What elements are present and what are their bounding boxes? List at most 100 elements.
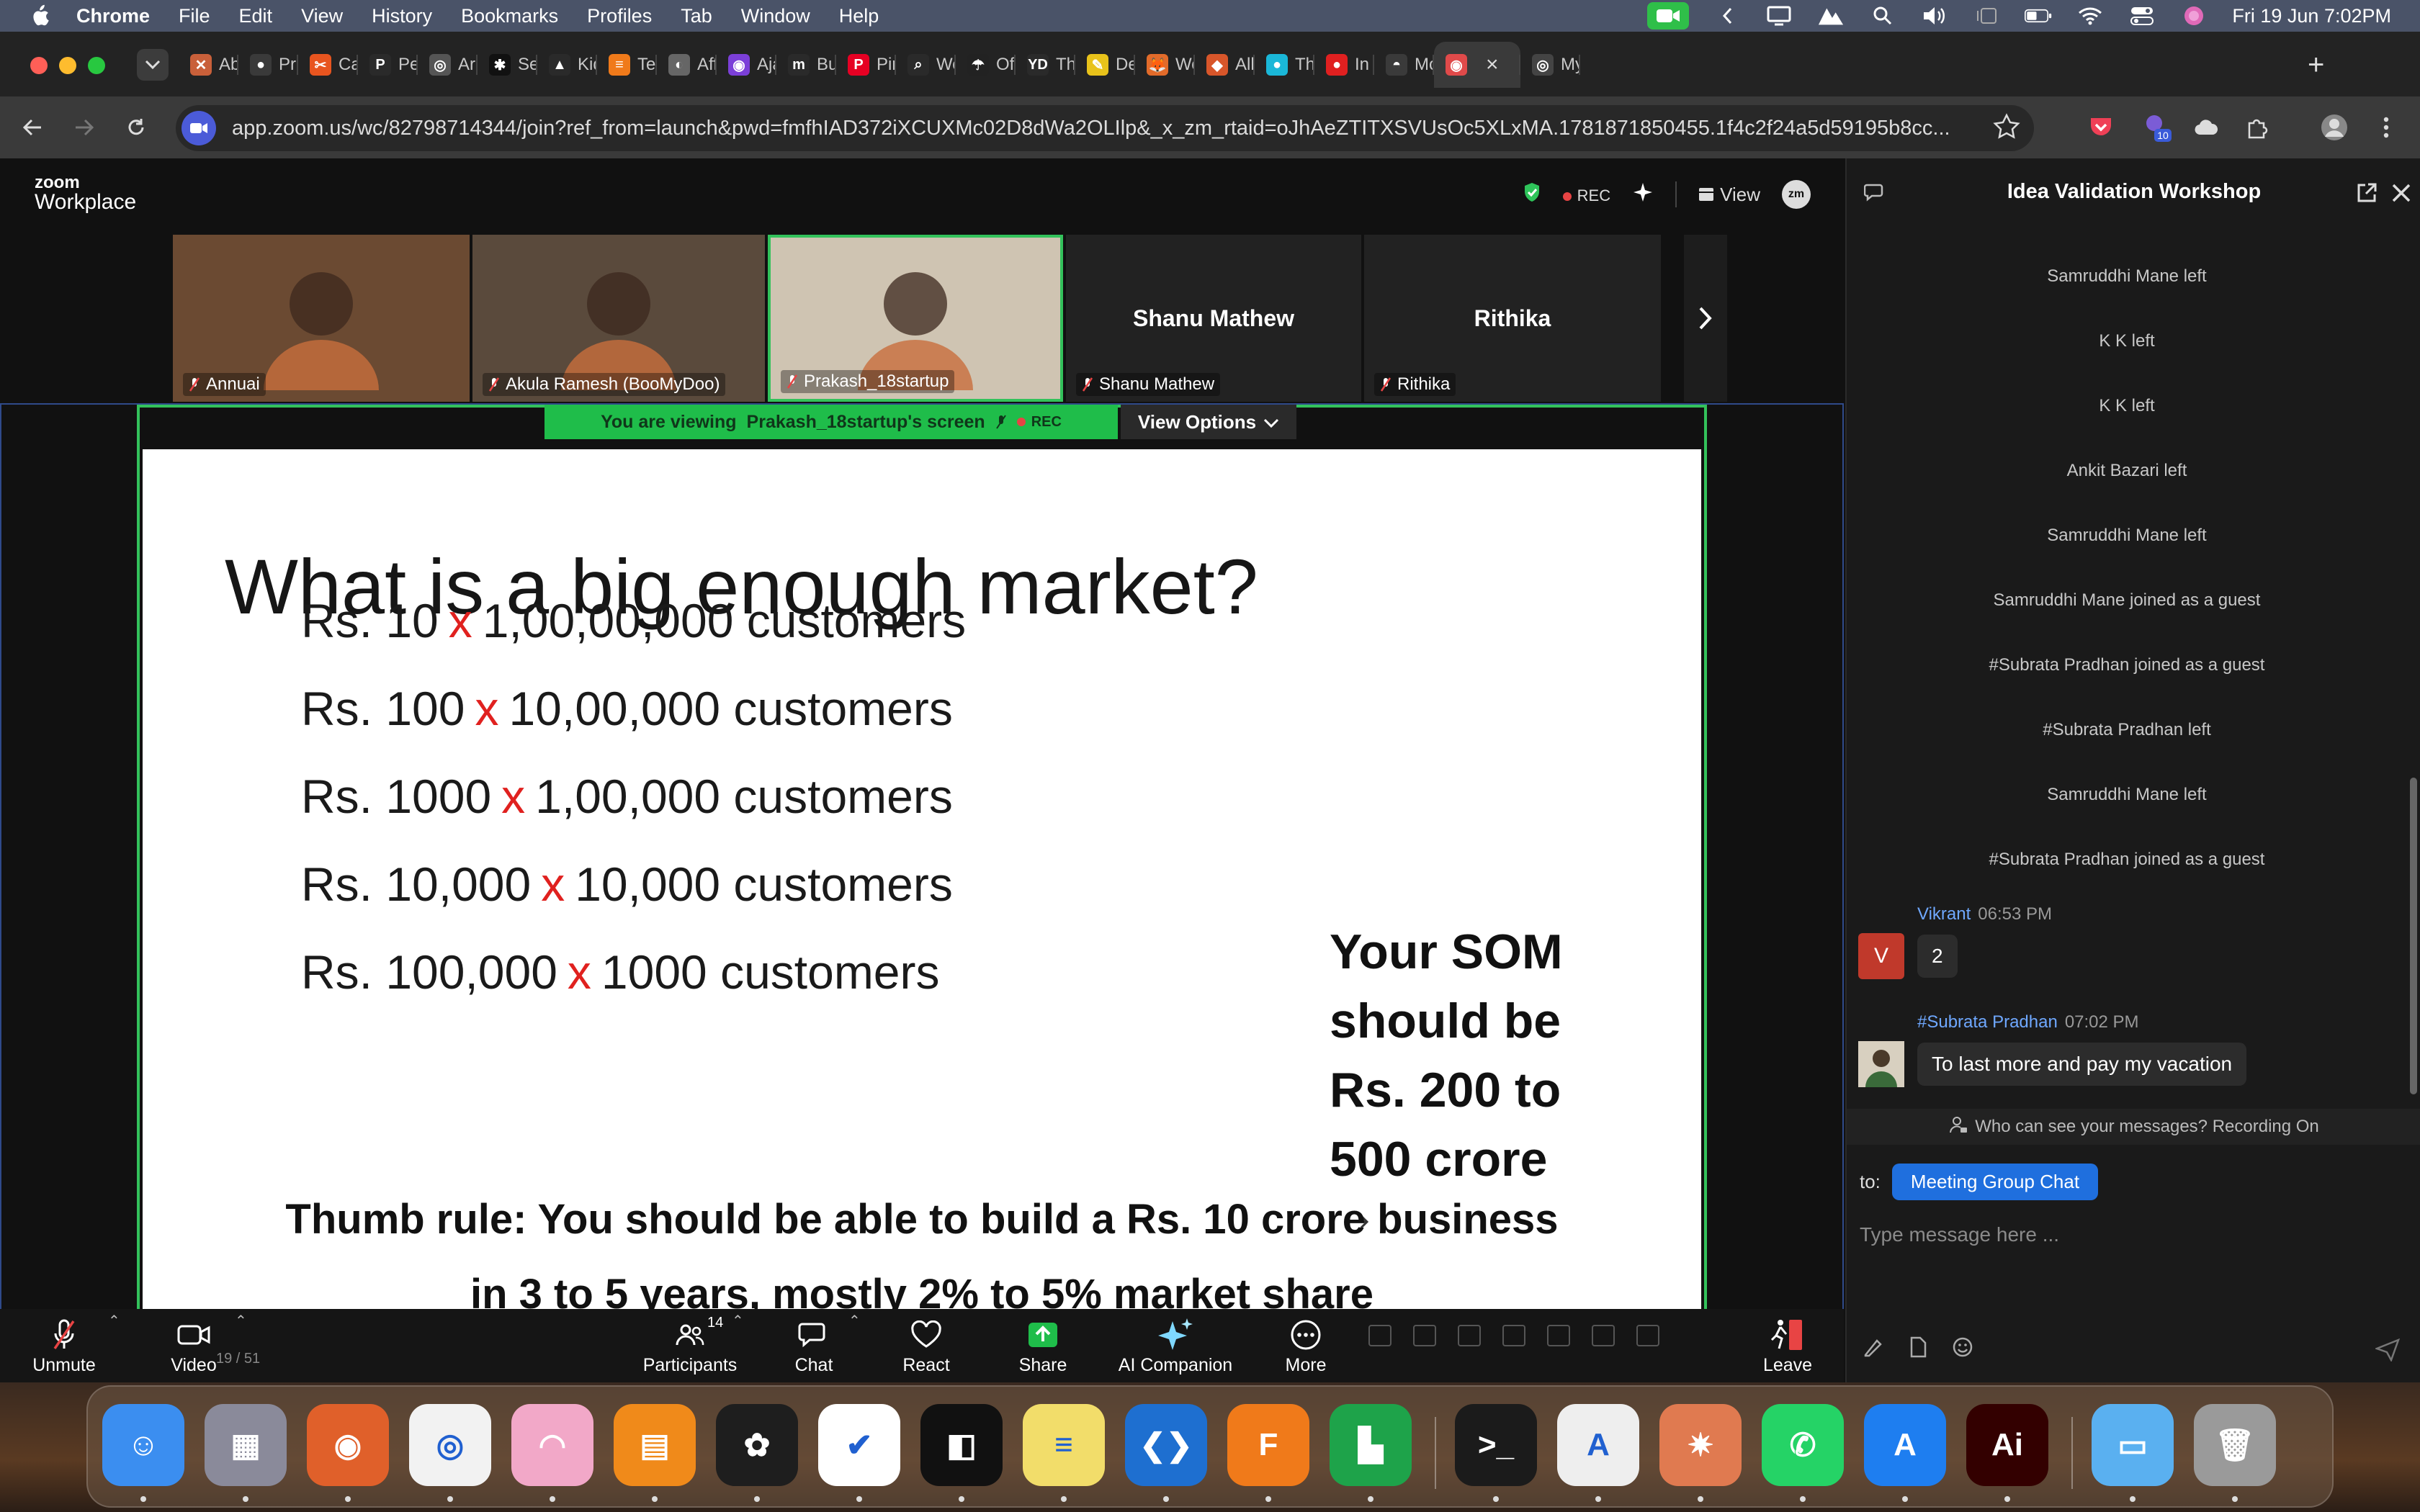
close-chat-icon[interactable] <box>2391 183 2411 207</box>
dock-vscode-icon[interactable]: ❮❯ <box>1125 1404 1207 1486</box>
browser-tab[interactable]: ✕ Ab <box>179 42 238 88</box>
browser-tab[interactable]: 🦊 Wo <box>1135 42 1195 88</box>
leave-button[interactable]: Leave <box>1760 1315 1815 1376</box>
popout-icon[interactable] <box>2355 181 2378 208</box>
view-button[interactable]: View <box>1698 184 1760 206</box>
profile-avatar-icon[interactable] <box>2318 111 2351 144</box>
video-options-caret[interactable]: ⌃ <box>235 1312 247 1330</box>
zoom-account-avatar[interactable]: zm <box>1782 180 1811 209</box>
dock-stickies-icon[interactable]: ≡ <box>1023 1404 1105 1486</box>
overflow-tool-icon[interactable] <box>1592 1325 1615 1346</box>
participant-tile[interactable]: Rithika Rithika <box>1364 235 1661 402</box>
chat-message-bubble[interactable]: 2 <box>1917 935 1958 978</box>
zoom-in-tool-icon[interactable] <box>1368 1325 1392 1346</box>
participants-button[interactable]: 14 Participants <box>641 1315 739 1376</box>
site-info-icon[interactable] <box>182 111 216 145</box>
browser-tab[interactable]: ◉ × <box>1434 42 1520 88</box>
menu-window[interactable]: Window <box>741 5 810 27</box>
browser-tab[interactable]: ⌕ Wo <box>896 42 956 88</box>
attach-file-icon[interactable] <box>1909 1336 1927 1362</box>
browser-tab[interactable]: P Pin <box>836 42 896 88</box>
chat-sender-avatar[interactable] <box>1858 1041 1904 1087</box>
address-bar[interactable]: app.zoom.us/wc/82798714344/join?ref_from… <box>176 105 2034 151</box>
encryption-shield-icon[interactable] <box>1523 181 1541 208</box>
chat-message-input[interactable] <box>1860 1210 2407 1260</box>
window-minimize-button[interactable] <box>59 57 76 74</box>
video-button[interactable]: Video <box>169 1315 219 1376</box>
browser-tab[interactable]: ✎ De <box>1075 42 1135 88</box>
emoji-icon[interactable] <box>1952 1336 1973 1362</box>
chat-sender-avatar[interactable]: V <box>1858 933 1904 979</box>
recording-indicator[interactable]: REC <box>1562 184 1610 206</box>
collapse-tool-icon[interactable] <box>1636 1325 1659 1346</box>
browser-tab[interactable]: ✱ Sea <box>478 42 537 88</box>
chat-sender-name[interactable]: Vikrant <box>1917 904 1971 924</box>
browser-tab[interactable]: ◓ Mo <box>1374 42 1434 88</box>
control-center-icon[interactable] <box>2128 5 2156 27</box>
participants-options-caret[interactable]: ⌃ <box>732 1312 744 1330</box>
dock-finder-icon[interactable]: ☺ <box>102 1404 184 1486</box>
wifi-icon[interactable] <box>2076 5 2104 27</box>
menu-help[interactable]: Help <box>839 5 879 27</box>
more-button[interactable]: More <box>1285 1315 1327 1376</box>
dock-sheets-icon[interactable]: ▙ <box>1330 1404 1412 1486</box>
apple-icon[interactable] <box>27 4 52 28</box>
tab-search-button[interactable] <box>137 49 169 81</box>
next-participants-button[interactable] <box>1684 235 1727 402</box>
mountain-app-icon[interactable] <box>1817 5 1845 27</box>
chat-options-caret[interactable]: ⌃ <box>848 1312 861 1330</box>
dock-trash-icon[interactable]: 🗑 <box>2194 1404 2276 1486</box>
volume-icon[interactable] <box>1921 5 1948 27</box>
siri-icon[interactable] <box>2180 5 2208 27</box>
ai-sparkle-icon[interactable] <box>1632 181 1654 208</box>
dock-firefox-icon[interactable]: ◉ <box>307 1404 389 1486</box>
pen-tool-icon[interactable] <box>1413 1325 1436 1346</box>
cloud-extension-icon[interactable] <box>2190 111 2223 144</box>
menu-bookmarks[interactable]: Bookmarks <box>461 5 558 27</box>
dock-figma-icon[interactable]: ✿ <box>716 1404 798 1486</box>
window-close-button[interactable] <box>30 57 48 74</box>
chat-message-bubble[interactable]: To last more and pay my vacation <box>1917 1043 2247 1086</box>
chat-sender-name[interactable]: #Subrata Pradhan <box>1917 1012 2058 1032</box>
facetime-camera-icon[interactable] <box>1647 2 1690 30</box>
battery-icon[interactable] <box>2025 5 2052 27</box>
dock-illustrator-icon[interactable]: Ai <box>1966 1404 2048 1486</box>
format-text-icon[interactable] <box>1863 1336 1884 1362</box>
menubar-clock[interactable]: Fri 19 Jun 7:02PM <box>2232 5 2391 27</box>
menu-history[interactable]: History <box>372 5 432 27</box>
audio-tool-icon[interactable] <box>1502 1325 1525 1346</box>
chevron-left-icon[interactable] <box>1713 5 1741 27</box>
chrome-menu-icon[interactable] <box>2370 111 2403 144</box>
browser-tab[interactable]: ● The <box>1255 42 1314 88</box>
layers-tool-icon[interactable] <box>1547 1325 1570 1346</box>
chat-scrollbar[interactable] <box>2410 778 2417 1094</box>
browser-tab[interactable]: ◎ My <box>1520 42 1580 88</box>
browser-tab[interactable]: YD Thi <box>1016 42 1075 88</box>
extension-badge-icon[interactable]: 10 <box>2141 111 2174 144</box>
browser-tab[interactable]: ◎ Arc <box>418 42 478 88</box>
browser-tab[interactable]: m Buy <box>776 42 836 88</box>
dock-books-icon[interactable]: ▤ <box>614 1404 696 1486</box>
audio-options-caret[interactable]: ⌃ <box>108 1312 120 1330</box>
browser-tab[interactable]: ▲ Kid <box>537 42 597 88</box>
menu-tab[interactable]: Tab <box>681 5 712 27</box>
send-message-icon[interactable] <box>2371 1333 2404 1367</box>
spotlight-search-icon[interactable] <box>1869 5 1896 27</box>
browser-tab[interactable]: ◉ Aja <box>717 42 776 88</box>
browser-tab[interactable]: ✂ Cal <box>298 42 358 88</box>
browser-tab[interactable]: ◆ All <box>1195 42 1255 88</box>
chat-button[interactable]: Chat <box>792 1315 835 1376</box>
browser-tab[interactable]: ☂ Off <box>956 42 1016 88</box>
browser-tab[interactable]: ● In C <box>1314 42 1374 88</box>
browser-tab[interactable]: ◐ Aff <box>657 42 717 88</box>
view-options-dropdown[interactable]: View Options <box>1121 405 1296 439</box>
dock-whatsapp-icon[interactable]: ✆ <box>1762 1404 1844 1486</box>
stage-manager-icon[interactable] <box>1973 5 2000 27</box>
menu-app-name[interactable]: Chrome <box>76 5 150 27</box>
back-button[interactable] <box>16 111 49 144</box>
browser-tab[interactable]: P Per <box>358 42 418 88</box>
reload-button[interactable] <box>120 111 153 144</box>
address-url[interactable]: app.zoom.us/wc/82798714344/join?ref_from… <box>232 117 1989 140</box>
browser-tab[interactable]: ● Pro <box>238 42 298 88</box>
share-screen-button[interactable]: Share <box>1016 1315 1070 1376</box>
